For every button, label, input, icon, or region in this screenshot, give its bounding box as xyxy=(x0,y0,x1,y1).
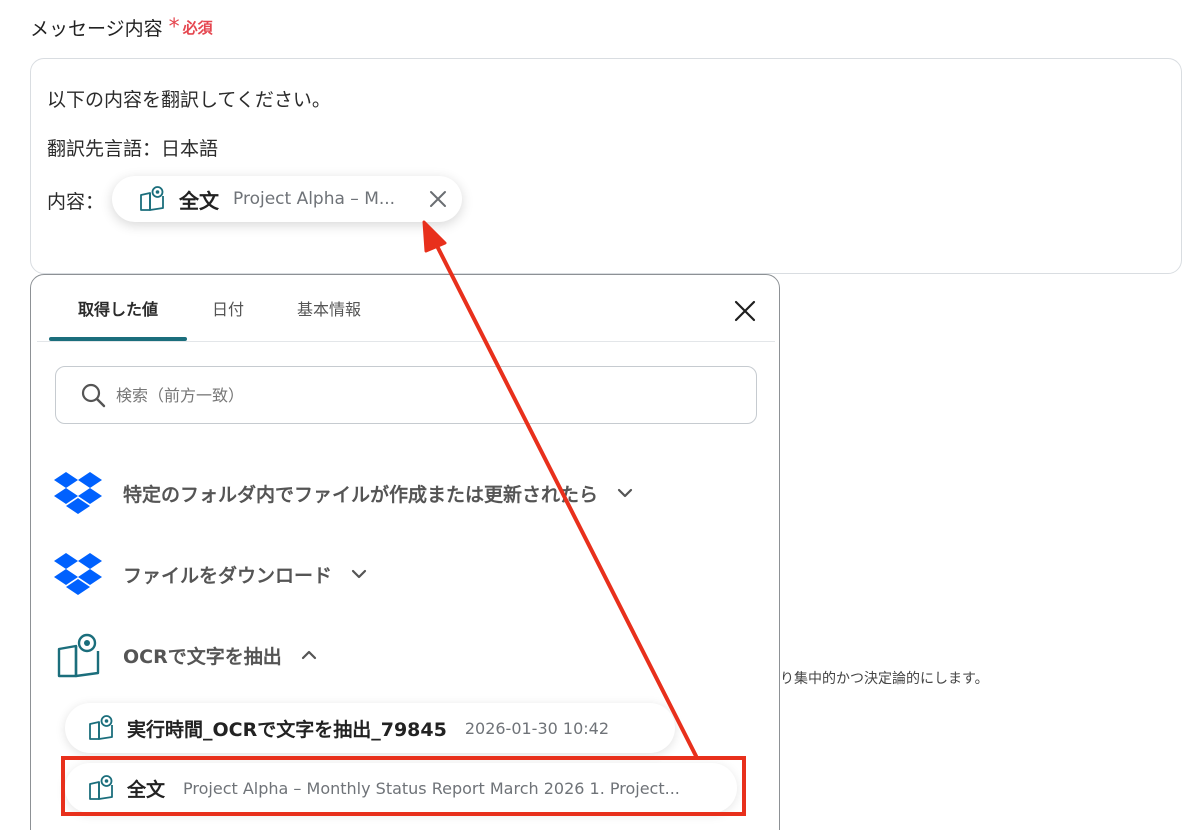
variable-chip[interactable]: 全文 Project Alpha – M... xyxy=(112,176,462,222)
ocr-book-icon xyxy=(89,715,113,740)
message-line-2: 翻訳先言語：日本語 xyxy=(47,138,219,160)
tab-date[interactable]: 日付 xyxy=(187,275,269,341)
chevron-down-icon xyxy=(351,569,367,579)
item-value: Project Alpha – Monthly Status Report Ma… xyxy=(183,778,680,798)
tab-divider xyxy=(37,341,775,342)
ocr-book-icon xyxy=(57,633,100,678)
section-file-download[interactable]: ファイルをダウンロード xyxy=(53,549,368,599)
item-label: 全文 xyxy=(127,778,166,801)
ocr-book-icon xyxy=(89,775,113,800)
item-value: 2026-01-30 10:42 xyxy=(464,718,610,738)
screen: メッセージ内容 * 必須 以下の内容を翻訳してください。 翻訳先言語：日本語 内… xyxy=(0,0,1198,830)
chevron-down-icon xyxy=(617,488,633,498)
variable-picker-panel: 取得した値 日付 基本情報 検索（前方一致） 特定のフォルダ内でファイルが作成ま… xyxy=(30,274,780,830)
tab-basic-info[interactable]: 基本情報 xyxy=(269,275,389,341)
section-label: 特定のフォルダ内でファイルが作成または更新されたら xyxy=(123,483,599,506)
section-label: OCRで文字を抽出 xyxy=(123,645,282,668)
tab-retrieved-values[interactable]: 取得した値 xyxy=(49,275,187,341)
search-field[interactable] xyxy=(55,366,757,424)
list-item-execution-time[interactable]: 実行時間_OCRで文字を抽出_79845 2026-01-30 10:42 xyxy=(65,703,675,753)
field-label-text: メッセージ内容 xyxy=(30,18,163,40)
tab-bar: 取得した値 日付 基本情報 xyxy=(49,275,389,341)
close-icon[interactable] xyxy=(428,189,448,209)
chip-label: 全文 xyxy=(179,188,219,213)
item-label: 実行時間_OCRで文字を抽出_79845 xyxy=(127,718,447,741)
dropbox-icon xyxy=(54,472,102,514)
section-ocr-extract[interactable]: OCRで文字を抽出 xyxy=(53,630,318,680)
list-item-full-text[interactable]: 全文 Project Alpha – Monthly Status Report… xyxy=(65,763,737,813)
required-star: * xyxy=(168,14,180,40)
background-description: り集中的かつ決定論的にします。 xyxy=(780,671,989,687)
ocr-book-icon xyxy=(140,186,164,211)
section-folder-trigger[interactable]: 特定のフォルダ内でファイルが作成または更新されたら xyxy=(53,468,634,518)
chevron-up-icon xyxy=(301,650,316,660)
chip-value: Project Alpha – M... xyxy=(233,189,396,209)
field-label: メッセージ内容 * 必須 xyxy=(30,14,213,41)
search-icon xyxy=(81,383,106,408)
close-icon[interactable] xyxy=(733,299,757,323)
message-line-3-label: 内容： xyxy=(47,191,105,213)
message-line-1: 以下の内容を翻訳してください。 xyxy=(47,89,331,111)
search-input[interactable] xyxy=(116,385,716,405)
section-label: ファイルをダウンロード xyxy=(123,564,333,587)
message-textarea[interactable]: 以下の内容を翻訳してください。 翻訳先言語：日本語 内容： xyxy=(30,58,1182,274)
required-badge: 必須 xyxy=(182,19,213,37)
dropbox-icon xyxy=(54,553,102,595)
